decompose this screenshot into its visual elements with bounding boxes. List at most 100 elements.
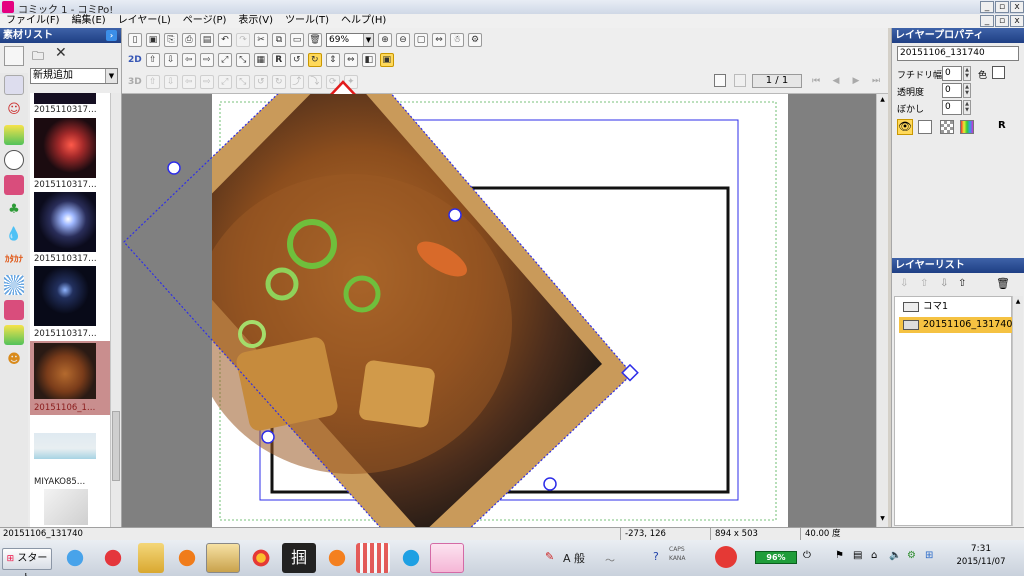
material-thumbnail[interactable]: [34, 93, 96, 104]
3d-move-down-icon[interactable]: ⇩: [163, 75, 178, 89]
material-thumbnail[interactable]: [34, 266, 96, 326]
tree-category-icon[interactable]: ♣: [4, 200, 24, 220]
firefox-icon[interactable]: [320, 543, 354, 573]
page-delete-icon[interactable]: [734, 74, 746, 87]
resize-handle-top[interactable]: [448, 208, 462, 222]
transparency-icon[interactable]: [940, 120, 954, 134]
first-page-icon[interactable]: ⏮: [810, 74, 822, 88]
opacity-stepper[interactable]: ▲ ▼: [963, 83, 971, 98]
copy-icon[interactable]: ⧉: [272, 33, 286, 47]
material-thumbnail[interactable]: [34, 192, 96, 252]
device-icon[interactable]: ▤: [853, 550, 862, 561]
chrome-icon[interactable]: [244, 543, 278, 573]
ime-mode[interactable]: A 般: [563, 550, 585, 566]
grid-view-icon[interactable]: [4, 46, 24, 66]
blur-stepper[interactable]: ▲ ▼: [963, 100, 971, 115]
new-file-icon[interactable]: ▯: [128, 33, 142, 47]
layer-trash-icon[interactable]: 🗑: [996, 277, 1010, 290]
color-swatch[interactable]: [992, 66, 1005, 79]
rotate-handle[interactable]: [167, 161, 181, 175]
chevron-down-icon[interactable]: ▼: [105, 69, 117, 83]
ime-pad-icon[interactable]: ✎: [545, 550, 554, 563]
placed-photo-layer[interactable]: [124, 94, 632, 527]
background-category-icon[interactable]: [4, 75, 24, 95]
move-left-icon[interactable]: ⇦: [181, 53, 196, 67]
resize-handle-bottom[interactable]: [543, 477, 557, 491]
ime-tool-icon[interactable]: ～: [605, 552, 615, 567]
zoom-in-icon[interactable]: ⊕: [378, 33, 392, 47]
windows-update-icon[interactable]: ⊞: [925, 550, 933, 561]
balloon-category-icon[interactable]: [4, 150, 24, 170]
3d-tilt-up-icon[interactable]: ⤴: [289, 75, 304, 89]
close-button[interactable]: x: [1010, 1, 1024, 13]
flip-vertical-icon[interactable]: ⇕: [325, 53, 340, 67]
media-player-red-icon[interactable]: [96, 543, 130, 573]
skype-icon[interactable]: [394, 543, 428, 573]
3d-expand-icon[interactable]: ⤢: [217, 75, 232, 89]
text-category-icon[interactable]: ｶﾀｶﾅ: [4, 250, 24, 270]
layer-item-photo[interactable]: 20151106_131740: [899, 317, 1013, 333]
print-preview-icon[interactable]: ▤: [200, 33, 214, 47]
layer-back-icon[interactable]: ⇩: [940, 278, 948, 289]
material-thumbnail[interactable]: [34, 433, 96, 459]
app-grid-icon[interactable]: [356, 543, 390, 573]
material-thumbnail[interactable]: [34, 118, 96, 178]
layer-up-icon[interactable]: ⇧: [920, 278, 928, 289]
panel-expand-icon[interactable]: ›: [106, 30, 117, 41]
border-width-stepper[interactable]: ▲ ▼: [963, 66, 971, 81]
material-thumbnail-selected[interactable]: [34, 343, 96, 399]
move-down-icon[interactable]: ⇩: [163, 53, 178, 67]
image-category-icon[interactable]: [4, 175, 24, 195]
zoom-select[interactable]: 69% ▼: [326, 33, 374, 47]
folder-window-icon[interactable]: [206, 543, 240, 573]
trash-icon[interactable]: 🗑: [308, 33, 322, 47]
doc-close-button[interactable]: x: [1010, 15, 1024, 27]
doc-restore-button[interactable]: ▫: [995, 15, 1009, 27]
menu-layer[interactable]: レイヤー(L): [112, 14, 177, 28]
3d-shrink-icon[interactable]: ⤡: [235, 75, 250, 89]
clock-date[interactable]: 2015/11/07: [953, 557, 1009, 567]
face-category-icon[interactable]: ☻: [4, 350, 24, 370]
redo-icon[interactable]: ↷: [236, 33, 250, 47]
internet-explorer-icon[interactable]: [58, 543, 92, 573]
help-icon[interactable]: ?: [653, 550, 659, 563]
image-props-icon[interactable]: [918, 120, 932, 134]
layer-list-scrollbar[interactable]: ▲: [1012, 296, 1023, 526]
user-3d-category-icon[interactable]: [4, 325, 24, 345]
blur-field[interactable]: 0: [942, 100, 962, 115]
delete-x-icon[interactable]: ✕: [55, 45, 67, 61]
lock-icon[interactable]: ▣: [379, 53, 394, 67]
3d-object-category-icon[interactable]: [4, 125, 24, 145]
zoom-out-icon[interactable]: ⊖: [396, 33, 410, 47]
3d-turn-right-icon[interactable]: ↻: [271, 75, 286, 89]
flip-horizontal-icon[interactable]: ⇔: [343, 53, 358, 67]
fit-page-icon[interactable]: ▢: [414, 33, 428, 47]
export-icon[interactable]: ⎘: [164, 33, 178, 47]
expand-icon[interactable]: ⤢: [217, 53, 232, 67]
media-player-icon[interactable]: [170, 543, 204, 573]
border-width-field[interactable]: 0: [942, 66, 962, 81]
material-thumbnail[interactable]: [44, 489, 88, 525]
page-add-icon[interactable]: [714, 74, 726, 87]
3d-turn-left-icon[interactable]: ↺: [253, 75, 268, 89]
reset-props-icon[interactable]: R: [998, 120, 1006, 131]
print-icon[interactable]: ⎙: [182, 33, 196, 47]
app-kanji-icon[interactable]: 掴: [282, 543, 316, 573]
battery-meter[interactable]: 96%: [755, 551, 797, 564]
3d-tilt-down-icon[interactable]: ⤵: [307, 75, 322, 89]
color-adjust-icon[interactable]: [960, 120, 974, 134]
effect-line-category-icon[interactable]: [4, 275, 24, 295]
move-right-icon[interactable]: ⇨: [199, 53, 214, 67]
character-category-icon[interactable]: ☺: [4, 100, 24, 120]
minimize-button[interactable]: _: [980, 1, 994, 13]
folder-icon[interactable]: 🗀: [32, 47, 44, 68]
resize-handle-left[interactable]: [261, 430, 275, 444]
material-filter-dropdown[interactable]: 新規追加 ▼: [30, 68, 118, 84]
user-image-category-icon[interactable]: [4, 300, 24, 320]
cut-icon[interactable]: ✂: [254, 33, 268, 47]
speaker-icon[interactable]: 🔈: [889, 550, 901, 561]
reset-icon[interactable]: R: [271, 53, 286, 67]
material-list-scrollbar[interactable]: [110, 93, 121, 528]
chevron-down-icon[interactable]: ▼: [363, 34, 373, 46]
shrink-icon[interactable]: ⤡: [235, 53, 250, 67]
